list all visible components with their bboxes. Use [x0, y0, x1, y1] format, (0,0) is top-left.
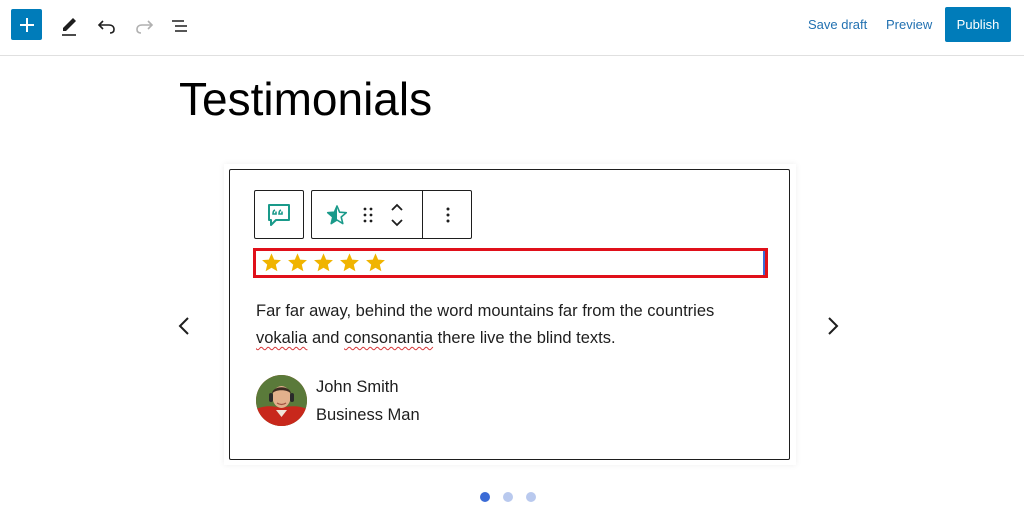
star-icon[interactable] [364, 252, 387, 274]
plus-icon [19, 17, 34, 32]
text-cursor [763, 251, 765, 275]
redo-button[interactable] [128, 10, 160, 42]
star-list [260, 252, 387, 274]
pagination-dot-3[interactable] [526, 492, 536, 502]
star-half-icon [326, 204, 348, 224]
quote-text-part: there live the blind texts. [433, 329, 616, 347]
more-vertical-icon [446, 207, 450, 222]
publish-button[interactable]: Publish [945, 7, 1011, 42]
misspelled-word: consonantia [344, 329, 434, 347]
pagination-dot-1[interactable] [480, 492, 490, 502]
carousel-pagination [480, 492, 536, 502]
star-icon[interactable] [312, 252, 335, 274]
save-draft-button[interactable]: Save draft [808, 17, 867, 33]
editor-top-toolbar: Save draft Preview Publish [0, 0, 1024, 56]
quote-bubble-icon [268, 203, 290, 226]
block-toolbar-group [311, 190, 472, 239]
author-name[interactable]: John Smith [316, 376, 399, 398]
tools-button[interactable] [53, 10, 85, 42]
avatar[interactable] [256, 375, 307, 426]
pencil-icon [62, 18, 76, 36]
list-view-button[interactable] [164, 10, 196, 42]
author-role[interactable]: Business Man [316, 404, 420, 426]
move-up-down-button[interactable] [384, 191, 410, 238]
chevron-right-icon [828, 317, 839, 335]
toolbar-divider [422, 191, 423, 238]
star-icon[interactable] [260, 252, 283, 274]
undo-button[interactable] [91, 10, 123, 42]
chevron-up-down-icon [391, 203, 403, 226]
quote-text-part: Far far away, behind the word mountains … [256, 302, 715, 320]
more-options-button[interactable] [431, 191, 465, 238]
carousel-next-button[interactable] [822, 314, 844, 338]
misspelled-word: vokalia [256, 329, 308, 347]
quote-text-part: and [307, 329, 345, 347]
pagination-dot-2[interactable] [503, 492, 513, 502]
star-icon[interactable] [338, 252, 361, 274]
add-block-button[interactable] [11, 9, 42, 40]
list-view-icon [172, 20, 187, 32]
drag-handle[interactable] [356, 191, 380, 238]
star-rating[interactable] [253, 248, 768, 278]
page-title[interactable]: Testimonials [179, 70, 432, 128]
testimonial-text[interactable]: Far far away, behind the word mountains … [256, 298, 756, 352]
rating-block-button[interactable] [320, 191, 354, 238]
preview-button[interactable]: Preview [886, 17, 932, 33]
drag-handle-icon [363, 207, 373, 222]
redo-icon [136, 20, 154, 34]
chevron-left-icon [178, 317, 189, 335]
block-type-button[interactable] [254, 190, 304, 239]
star-icon[interactable] [286, 252, 309, 274]
undo-icon [97, 20, 115, 34]
carousel-prev-button[interactable] [173, 314, 195, 338]
avatar-image [256, 375, 307, 426]
